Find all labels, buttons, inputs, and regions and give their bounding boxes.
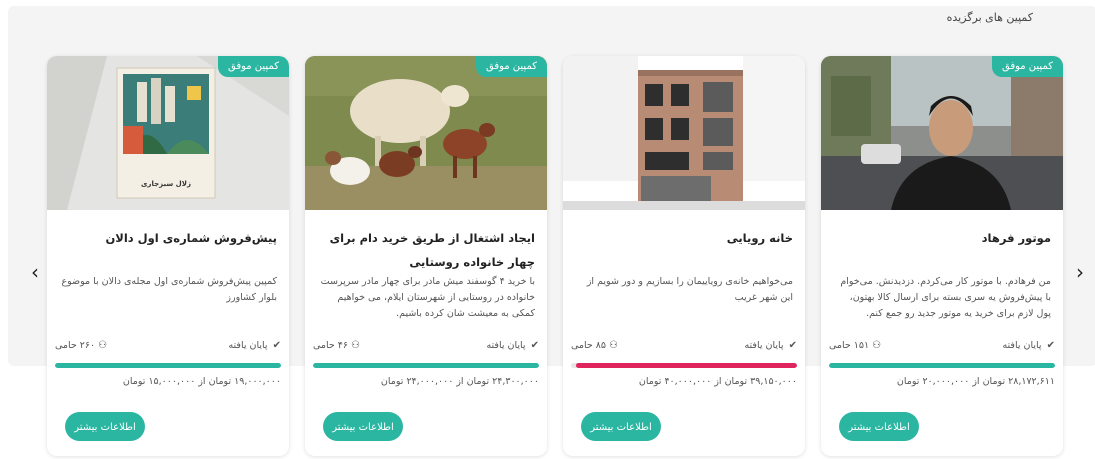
campaign-title[interactable]: موتور فرهاد bbox=[833, 226, 1051, 250]
section-title: کمپین های برگزیده bbox=[946, 11, 1033, 24]
more-info-button[interactable]: اطلاعات بیشتر bbox=[65, 412, 145, 441]
check-icon: ✔ bbox=[1046, 340, 1055, 351]
funding-progress-bar bbox=[313, 363, 539, 368]
campaign-status: ✔ پایان یافته bbox=[1002, 340, 1055, 351]
check-icon: ✔ bbox=[272, 340, 281, 351]
campaign-backers: ⚇۲۶۰ حامی bbox=[55, 340, 108, 351]
campaign-card[interactable]: کمپین موفق موتور فرهاد من فرهادم. با موت… bbox=[821, 56, 1063, 456]
campaign-image[interactable] bbox=[563, 56, 805, 210]
campaign-card[interactable]: خانه رویایی می‌خواهیم خانه‌ی رویاییمان ر… bbox=[563, 56, 805, 456]
goal-text: تومان از ۱۵,۰۰۰,۰۰۰ تومان bbox=[122, 376, 232, 387]
funding-amounts: ۳۹,۱۵۰,۰۰۰ تومان از ۴۰,۰۰۰,۰۰۰ تومان bbox=[571, 376, 797, 387]
person-icon: ⚇ bbox=[872, 340, 882, 351]
funding-progress-bar bbox=[829, 363, 1055, 368]
campaign-meta: ✔ پایان یافته ⚇۴۶ حامی bbox=[313, 340, 539, 356]
check-icon: ✔ bbox=[530, 340, 539, 351]
campaign-status: ✔ پایان یافته bbox=[486, 340, 539, 351]
campaign-image[interactable]: زلال سبزجاری bbox=[47, 56, 289, 210]
campaign-description: با خرید ۴ گوسفند میش مادر برای چهار مادر… bbox=[320, 276, 535, 319]
funding-amounts: ۲۸,۱۷۲,۶۱۱ تومان از ۲۰,۰۰۰,۰۰۰ تومان bbox=[829, 376, 1055, 387]
funding-progress-fill bbox=[313, 363, 539, 368]
campaign-status: ✔ پایان یافته bbox=[228, 340, 281, 351]
success-badge: کمپین موفق bbox=[217, 56, 289, 77]
campaign-description: من فرهادم. با موتور کار می‌کردم. دزدیدنش… bbox=[840, 276, 1051, 319]
goal-text: تومان از ۲۴,۰۰۰,۰۰۰ تومان bbox=[380, 376, 490, 387]
funding-progress-fill bbox=[55, 363, 281, 368]
campaign-meta: ✔ پایان یافته ⚇۸۵ حامی bbox=[571, 340, 797, 356]
raised-amount: ۱۹,۰۰۰,۰۰۰ bbox=[234, 376, 281, 387]
raised-amount: ۲۴,۳۰۰,۰۰۰ bbox=[492, 376, 539, 387]
campaign-image[interactable] bbox=[305, 56, 547, 210]
funding-amounts: ۱۹,۰۰۰,۰۰۰ تومان از ۱۵,۰۰۰,۰۰۰ تومان bbox=[55, 376, 281, 387]
campaign-title[interactable]: ایجاد اشتغال از طریق خرید دام برای چهار … bbox=[317, 226, 535, 274]
campaign-meta: ✔ پایان یافته ⚇۲۶۰ حامی bbox=[55, 340, 281, 356]
funding-progress-fill bbox=[829, 363, 1055, 368]
campaign-backers: ⚇۱۵۱ حامی bbox=[829, 340, 882, 351]
person-icon: ⚇ bbox=[351, 340, 360, 351]
raised-amount: ۳۹,۱۵۰,۰۰۰ bbox=[750, 376, 797, 387]
goal-text: تومان از ۲۰,۰۰۰,۰۰۰ تومان bbox=[896, 376, 1006, 387]
book-cover-text: زلال سبزجاری bbox=[141, 180, 191, 188]
person-icon: ⚇ bbox=[98, 340, 108, 351]
funding-progress-bar bbox=[55, 363, 281, 368]
campaign-meta: ✔ پایان یافته ⚇۱۵۱ حامی bbox=[829, 340, 1055, 356]
campaign-card[interactable]: کمپین موفق ایجاد اشتغال از طریق خرید دام… bbox=[305, 56, 547, 456]
more-info-button[interactable]: اطلاعات بیشتر bbox=[839, 412, 919, 441]
success-badge: کمپین موفق bbox=[475, 56, 547, 77]
campaign-title[interactable]: پیش‌فروش شماره‌ی اول دالان bbox=[59, 226, 277, 250]
check-icon: ✔ bbox=[788, 340, 797, 351]
carousel-prev-arrow-icon[interactable]: ‹ bbox=[27, 262, 43, 282]
carousel-next-arrow-icon[interactable]: › bbox=[1072, 262, 1088, 282]
campaign-backers: ⚇۴۶ حامی bbox=[313, 340, 360, 351]
more-info-button[interactable]: اطلاعات بیشتر bbox=[581, 412, 661, 441]
goal-text: تومان از ۴۰,۰۰۰,۰۰۰ تومان bbox=[638, 376, 748, 387]
success-badge: کمپین موفق bbox=[991, 56, 1063, 77]
funding-amounts: ۲۴,۳۰۰,۰۰۰ تومان از ۲۴,۰۰۰,۰۰۰ تومان bbox=[313, 376, 539, 387]
campaign-card[interactable]: زلال سبزجاری کمپین موفق پیش‌فروش شماره‌ی… bbox=[47, 56, 289, 456]
funding-progress-bar bbox=[571, 363, 797, 368]
more-info-button[interactable]: اطلاعات بیشتر bbox=[323, 412, 403, 441]
campaign-title[interactable]: خانه رویایی bbox=[575, 226, 793, 250]
campaign-description: کمپین پیش‌فروش شماره‌ی اول مجله‌ی دالان … bbox=[61, 276, 277, 303]
campaign-status: ✔ پایان یافته bbox=[744, 340, 797, 351]
raised-amount: ۲۸,۱۷۲,۶۱۱ bbox=[1008, 376, 1055, 387]
person-icon: ⚇ bbox=[609, 340, 618, 351]
campaign-description: می‌خواهیم خانه‌ی رویاییمان را بسازیم و د… bbox=[586, 276, 793, 303]
campaign-backers: ⚇۸۵ حامی bbox=[571, 340, 618, 351]
campaign-image[interactable] bbox=[821, 56, 1063, 210]
funding-progress-fill bbox=[575, 363, 797, 368]
